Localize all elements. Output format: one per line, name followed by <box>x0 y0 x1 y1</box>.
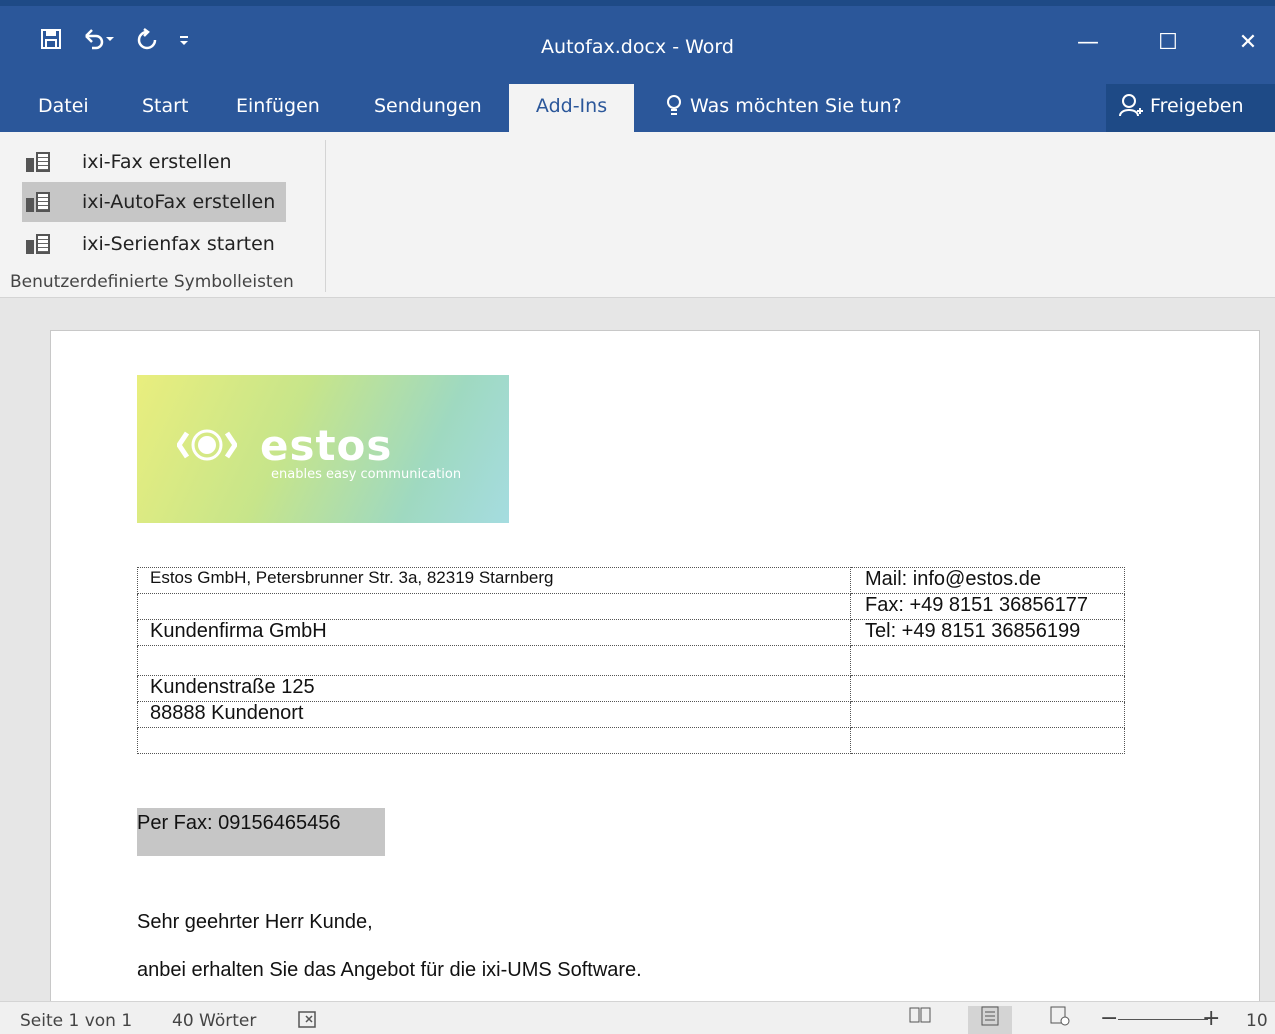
empty-cell <box>137 645 851 676</box>
body-text: anbei erhalten Sie das Angebot für die i… <box>137 959 642 981</box>
fax-number-field[interactable]: Per Fax: 09156465456 <box>137 808 385 856</box>
fax-icon <box>26 150 50 174</box>
logo-wordmark: estos <box>260 421 393 470</box>
recipient-city: 88888 Kundenort <box>137 701 851 728</box>
page-count[interactable]: Seite 1 von 1 <box>20 1011 132 1031</box>
close-button[interactable]: ✕ <box>1228 30 1268 55</box>
empty-cell <box>850 701 1125 728</box>
tell-me-text: Was möchten Sie tun? <box>690 95 902 117</box>
tab-datei[interactable]: Datei <box>34 84 93 132</box>
status-bar: Seite 1 von 1 40 Wörter − + 10 <box>0 1001 1275 1034</box>
fax-icon <box>26 190 50 214</box>
ixi-autofax-button[interactable]: ixi-AutoFax erstellen <box>22 182 286 222</box>
empty-cell <box>850 675 1125 702</box>
tab-start[interactable]: Start <box>138 84 192 132</box>
share-label: Freigeben <box>1150 95 1244 117</box>
person-icon <box>1118 94 1150 117</box>
title-bar: Autofax.docx - Word — ☐ ✕ <box>0 0 1275 84</box>
zoom-out-button[interactable]: − <box>1100 1006 1118 1031</box>
estos-mark-icon <box>177 429 237 461</box>
empty-cell <box>850 727 1125 754</box>
tab-add-ins[interactable]: Add-Ins <box>509 84 634 132</box>
mail-cell: Mail: info@estos.de <box>850 567 1125 594</box>
ixi-serienfax-button[interactable]: ixi-Serienfax starten <box>22 224 286 264</box>
ribbon-group-separator <box>325 140 326 292</box>
word-count[interactable]: 40 Wörter <box>172 1011 256 1031</box>
sender-line: Estos GmbH, Petersbrunner Str. 3a, 82319… <box>137 567 851 594</box>
logo-tagline: enables easy communication <box>271 467 462 482</box>
minimize-button[interactable]: — <box>1068 30 1108 55</box>
proofing-icon[interactable] <box>298 1011 318 1034</box>
share-button[interactable]: Freigeben <box>1106 84 1275 132</box>
fax-icon <box>26 232 50 256</box>
ixi-autofax-label: ixi-AutoFax erstellen <box>82 191 276 213</box>
read-mode-icon[interactable] <box>898 1006 942 1034</box>
vertical-scrollbar[interactable] <box>1267 298 1275 1001</box>
web-layout-icon[interactable] <box>1038 1006 1082 1034</box>
ribbon-panel: ixi-Fax erstellen ixi-AutoFax erstellen … <box>0 132 1275 298</box>
tell-me-box[interactable]: Was möchten Sie tun? <box>660 84 906 132</box>
empty-cell <box>850 645 1125 676</box>
tab-sendungen[interactable]: Sendungen <box>370 84 486 132</box>
ribbon-tabs: Datei Start Einfügen Sendungen Add-Ins W… <box>0 84 1275 132</box>
tab-einfuegen[interactable]: Einfügen <box>232 84 324 132</box>
document-workspace[interactable]: estos enables easy communication Estos G… <box>0 298 1275 1010</box>
estos-logo: estos enables easy communication <box>137 375 509 523</box>
lightbulb-icon <box>664 95 690 117</box>
tel-cell: Tel: +49 8151 36856199 <box>850 619 1125 646</box>
address-table: Estos GmbH, Petersbrunner Str. 3a, 82319… <box>137 567 1125 754</box>
ixi-fax-label: ixi-Fax erstellen <box>82 151 232 173</box>
ixi-fax-button[interactable]: ixi-Fax erstellen <box>22 142 286 182</box>
ribbon-group-label: Benutzerdefinierte Symbolleisten <box>10 272 294 292</box>
fax-cell: Fax: +49 8151 36856177 <box>850 593 1125 620</box>
empty-cell <box>137 727 851 754</box>
zoom-slider[interactable] <box>1118 1019 1208 1020</box>
ixi-serienfax-label: ixi-Serienfax starten <box>82 233 275 255</box>
recipient-street: Kundenstraße 125 <box>137 675 851 702</box>
salutation: Sehr geehrter Herr Kunde, <box>137 911 373 933</box>
zoom-in-button[interactable]: + <box>1202 1006 1220 1031</box>
zoom-level[interactable]: 10 <box>1246 1011 1268 1031</box>
recipient-company: Kundenfirma GmbH <box>137 619 851 646</box>
empty-cell <box>137 593 851 620</box>
maximize-button[interactable]: ☐ <box>1148 30 1188 55</box>
print-layout-icon[interactable] <box>968 1006 1012 1034</box>
document-page[interactable]: estos enables easy communication Estos G… <box>50 330 1260 1010</box>
